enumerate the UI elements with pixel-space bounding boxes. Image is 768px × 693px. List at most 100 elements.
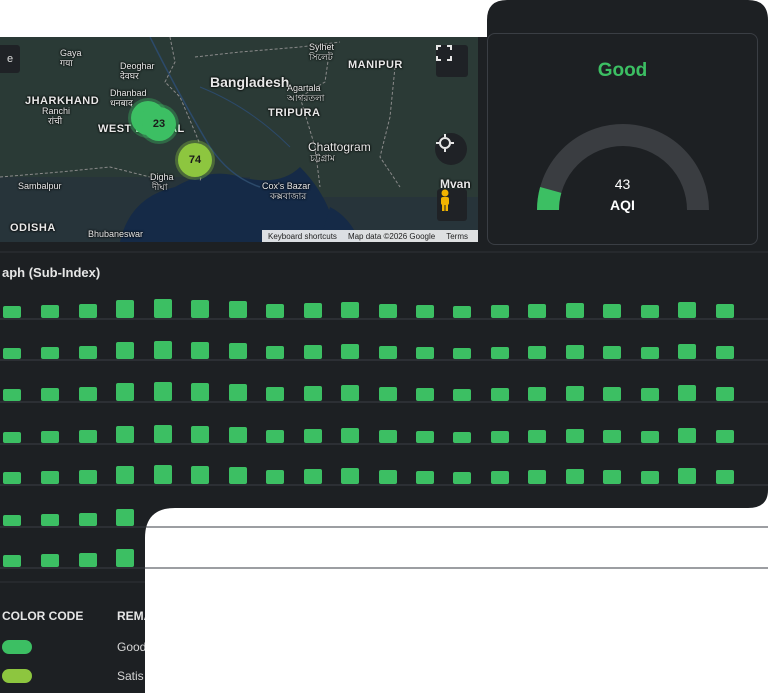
graph-bar (116, 466, 134, 484)
graph-bar (491, 431, 509, 443)
graph-bar (266, 430, 284, 443)
graph-bar (79, 430, 97, 443)
graph-bar (41, 431, 59, 443)
graph-bar (191, 342, 209, 359)
graph-bar (304, 469, 322, 484)
graph-bar (3, 555, 21, 567)
graph-bar (379, 470, 397, 484)
graph-bar (229, 384, 247, 401)
graph-bar (678, 468, 696, 484)
graph-bar (528, 470, 546, 484)
graph-bar (154, 465, 172, 484)
graph-bar (116, 300, 134, 318)
graph-bar (379, 346, 397, 359)
graph-bar (304, 303, 322, 318)
graph-bar (3, 348, 21, 359)
graph-bar (266, 304, 284, 318)
graph-bar (566, 469, 584, 484)
graph-bar (416, 471, 434, 484)
graph-bar (416, 431, 434, 443)
graph-bar (154, 382, 172, 401)
graph-bar (41, 471, 59, 484)
graph-bar (603, 470, 621, 484)
legend-panel: COLOR CODE REMA Good Satis (0, 585, 145, 693)
graph-bar (116, 426, 134, 443)
graph-bar (229, 343, 247, 359)
graph-bar (79, 553, 97, 567)
graph-bar (41, 388, 59, 401)
graph-bar (266, 346, 284, 359)
graph-bar (229, 301, 247, 318)
graph-bar (3, 515, 21, 526)
graph-bar (641, 347, 659, 359)
graph-bar (116, 549, 134, 567)
legend-remark-good: Good (117, 640, 145, 654)
graph-bar (304, 345, 322, 359)
graph-bar (41, 554, 59, 567)
graph-bar (603, 346, 621, 359)
graph-bar (603, 304, 621, 318)
graph-bar (566, 429, 584, 443)
graph-bar (341, 428, 359, 443)
graph-bar (678, 302, 696, 318)
graph-bar (341, 468, 359, 484)
graph-bar (453, 472, 471, 484)
legend-remark-satisfactory: Satis (117, 669, 144, 683)
graph-bar (491, 388, 509, 401)
graph-bar (341, 385, 359, 401)
graph-bar (379, 430, 397, 443)
graph-bar (453, 306, 471, 318)
graph-bar (79, 346, 97, 359)
graph-bar (416, 388, 434, 401)
graph-bar (154, 341, 172, 359)
graph-bar (191, 426, 209, 443)
graph-bar (641, 388, 659, 401)
graph-bar (304, 429, 322, 443)
graph-bar (566, 345, 584, 359)
graph-bar (41, 305, 59, 318)
graph-bar (266, 470, 284, 484)
graph-bar (41, 514, 59, 526)
graph-bar (641, 431, 659, 443)
graph-bar (41, 347, 59, 359)
graph-bar (79, 470, 97, 484)
graph-bar (266, 387, 284, 401)
graph-bar (678, 344, 696, 359)
graph-bar (116, 509, 134, 526)
graph-bar (453, 348, 471, 359)
legend-header-color-code: COLOR CODE (2, 609, 84, 623)
graph-bar (3, 389, 21, 401)
graph-bar (603, 430, 621, 443)
graph-bar (453, 432, 471, 443)
graph-bar (716, 430, 734, 443)
graph-bar (528, 346, 546, 359)
graph-bar (641, 305, 659, 318)
legend-swatch-good (2, 640, 32, 654)
graph-bar (528, 387, 546, 401)
graph-bar (154, 425, 172, 443)
graph-bar (603, 387, 621, 401)
graph-bar (716, 346, 734, 359)
graph-bar (304, 386, 322, 401)
graph-bar (491, 347, 509, 359)
graph-bar (453, 389, 471, 401)
graph-bar (566, 386, 584, 401)
graph-bar (116, 383, 134, 401)
graph-bar (341, 344, 359, 359)
graph-bar (229, 427, 247, 443)
graph-bar (3, 306, 21, 318)
graph-bar (491, 305, 509, 318)
graph-bar (528, 430, 546, 443)
graph-bar (416, 305, 434, 318)
graph-bar (678, 428, 696, 443)
graph-bar (191, 466, 209, 484)
graph-bar (191, 300, 209, 318)
graph-bar (191, 383, 209, 401)
graph-bar (716, 304, 734, 318)
graph-bar (116, 342, 134, 359)
graph-bar (641, 471, 659, 484)
graph-bar (154, 299, 172, 318)
graph-bar (716, 470, 734, 484)
dashboard-frame: e Gaya गया Deoghar देवघर JHARKHAND Dhanb… (0, 0, 768, 693)
graph-bar (79, 304, 97, 318)
